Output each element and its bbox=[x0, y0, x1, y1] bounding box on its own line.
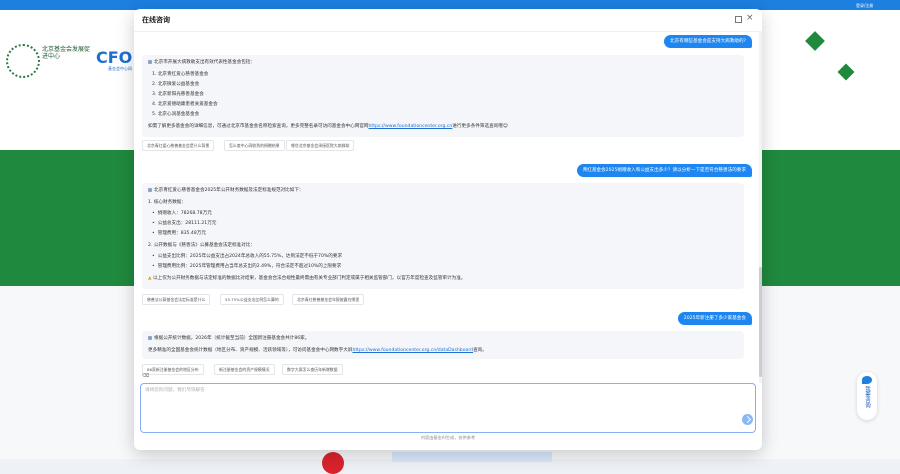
suggestion-chip[interactable]: 86家新注册基金会的地区分布 bbox=[142, 364, 204, 375]
suggestion-chip[interactable]: 数字大屏怎么查历年新增数据 bbox=[282, 364, 343, 375]
consult-side-button[interactable]: 我要咨询 bbox=[857, 372, 877, 420]
assistant-message: 北京市开展大病救助支出有效代表性基金会包括： 1. 北京青红爱心慈善基金会 2.… bbox=[142, 55, 744, 137]
user-message: 2025年新注册了多少家基金会 bbox=[677, 312, 752, 325]
scrollbar-thumb[interactable] bbox=[759, 267, 762, 377]
dialog-header: 在线咨询 × bbox=[134, 9, 762, 32]
content-block bbox=[392, 452, 552, 462]
chat-icon bbox=[862, 376, 872, 384]
login-link[interactable]: 登录/注册 bbox=[856, 3, 873, 9]
answer-heading: 1. 核心财务数据： bbox=[148, 200, 187, 205]
send-icon[interactable] bbox=[742, 414, 753, 425]
consult-dialog: 在线咨询 × 北京有哪些基金会是支持大病救助的? 北京市开展大病救助支出有效代表… bbox=[134, 9, 762, 450]
close-icon[interactable]: × bbox=[746, 12, 754, 24]
answer-text: 根据公开统计数据，2026年（统计截至当前）全国新注册基金会共计86家。 bbox=[154, 336, 310, 341]
suggestion-chip[interactable]: 怎么查中心网收到的捐赠结果 bbox=[224, 140, 285, 151]
site-logo-icon[interactable] bbox=[6, 44, 40, 78]
header-right-area bbox=[762, 14, 900, 134]
answer-text: 3. 北京新阳光慈善基金会 bbox=[152, 92, 204, 97]
answer-text: 捐赠收入：78268.78万元 bbox=[152, 210, 212, 216]
assistant-message: 根据公开统计数据，2026年（统计截至当前）全国新注册基金会共计86家。 更多精… bbox=[142, 331, 744, 359]
foundation-center-link[interactable]: https://www.foundationcenter.org.cn bbox=[369, 124, 453, 129]
user-message: 北京有哪些基金会是支持大病救助的? bbox=[664, 35, 752, 48]
cfo-logo[interactable]: CFO bbox=[96, 48, 132, 67]
dialog-title: 在线咨询 bbox=[142, 16, 170, 24]
user-message: 青红基金会2025捐赠收入和公益支出多少？请以分析一下是否符合慈善法的要求 bbox=[576, 164, 752, 177]
cfo-logo-sub: 基金会中心网 bbox=[108, 66, 132, 71]
answer-text: 公益支出比例：2025年公益支出占2024年总收入的55.75%，达到法定不低于… bbox=[152, 253, 342, 259]
data-dashboard-link[interactable]: https://www.foundationcenter.org.cn/data… bbox=[352, 348, 473, 353]
answer-text: 更多精准的全国基金会统计数据（地区分布、资产规模、活跃领域等），可访问基金会中心… bbox=[148, 348, 353, 353]
answer-text: 如需了解更多基金会的详细信息，可通过北京市基金会名称检索查询，更多完整名录可访问… bbox=[148, 124, 369, 129]
answer-text: 管理费用比例：2025年管理费用占当年总支出的2.49%，符合法定不超过10%的… bbox=[152, 263, 342, 269]
suggestion-chip[interactable]: 北京青红爱心慈善基金会是什么背景 bbox=[142, 140, 215, 151]
clear-icon[interactable]: ⌫ bbox=[142, 373, 149, 379]
answer-text: 5. 北京心润基金基金会 bbox=[152, 112, 200, 117]
chat-body[interactable]: 北京有哪些基金会是支持大病救助的? 北京市开展大病救助支出有效代表性基金会包括：… bbox=[134, 31, 762, 383]
answer-text: 进行更多条件筛选查询哦😊 bbox=[452, 124, 508, 129]
site-logo-text: 北京基金会发展促进中心 bbox=[42, 46, 91, 60]
maximize-icon[interactable] bbox=[735, 16, 742, 23]
answer-text: 4. 北京爱德助康患者关爱基金会 bbox=[152, 102, 218, 107]
assistant-icon bbox=[148, 335, 152, 340]
answer-text: 以上仅为公开财务数据与法定标准的数据比对结果，基金会合法合规性最终需由有关专业部… bbox=[153, 276, 466, 281]
assistant-icon bbox=[148, 187, 152, 192]
suggestion-chip[interactable]: 55.75%公益支出比例怎么算的 bbox=[220, 294, 284, 305]
answer-text: 公益总支出：28111.21万元 bbox=[152, 220, 217, 226]
assistant-message: 北京青红爱心慈善基金会2025年公开财务数据及法定标准规范对比如下： 1. 核心… bbox=[142, 183, 744, 289]
answer-text: 管理费用：835.48万元 bbox=[152, 230, 206, 236]
suggestion-chip[interactable]: 新注册基金会的资产规模情况 bbox=[214, 364, 275, 375]
answer-text: 查询。 bbox=[473, 348, 487, 353]
question-input[interactable] bbox=[145, 387, 705, 407]
answer-text: 2. 北京微爱公益基金会 bbox=[152, 82, 200, 87]
assistant-icon bbox=[148, 59, 152, 64]
ai-disclaimer: 内容由基金AI生成，仅供参考 bbox=[420, 435, 476, 440]
suggestion-chip[interactable]: 北京青红慈善基金会年报披露在哪里 bbox=[292, 294, 365, 305]
consult-label: 我要咨询 bbox=[864, 386, 870, 408]
answer-text: 1. 北京青红爱心慈善基金会 bbox=[152, 72, 209, 77]
question-input-box[interactable] bbox=[140, 383, 756, 433]
answer-text: 北京青红爱心慈善基金会2025年公开财务数据及法定标准规范对比如下： bbox=[154, 188, 304, 193]
answer-heading: 2. 公开数据与《慈善法》公募基金会法定标准对比： bbox=[148, 243, 255, 248]
answer-text: 北京市开展大病救助支出有效代表性基金会包括： bbox=[154, 60, 256, 65]
suggestion-chip[interactable]: 哪些北京基金会承接医院大病救助 bbox=[286, 140, 355, 151]
warning-icon: ▲ bbox=[148, 276, 152, 281]
red-badge-icon bbox=[322, 452, 344, 474]
suggestion-chip[interactable]: 慈善法公募基金会法定标准是什么 bbox=[142, 294, 211, 305]
